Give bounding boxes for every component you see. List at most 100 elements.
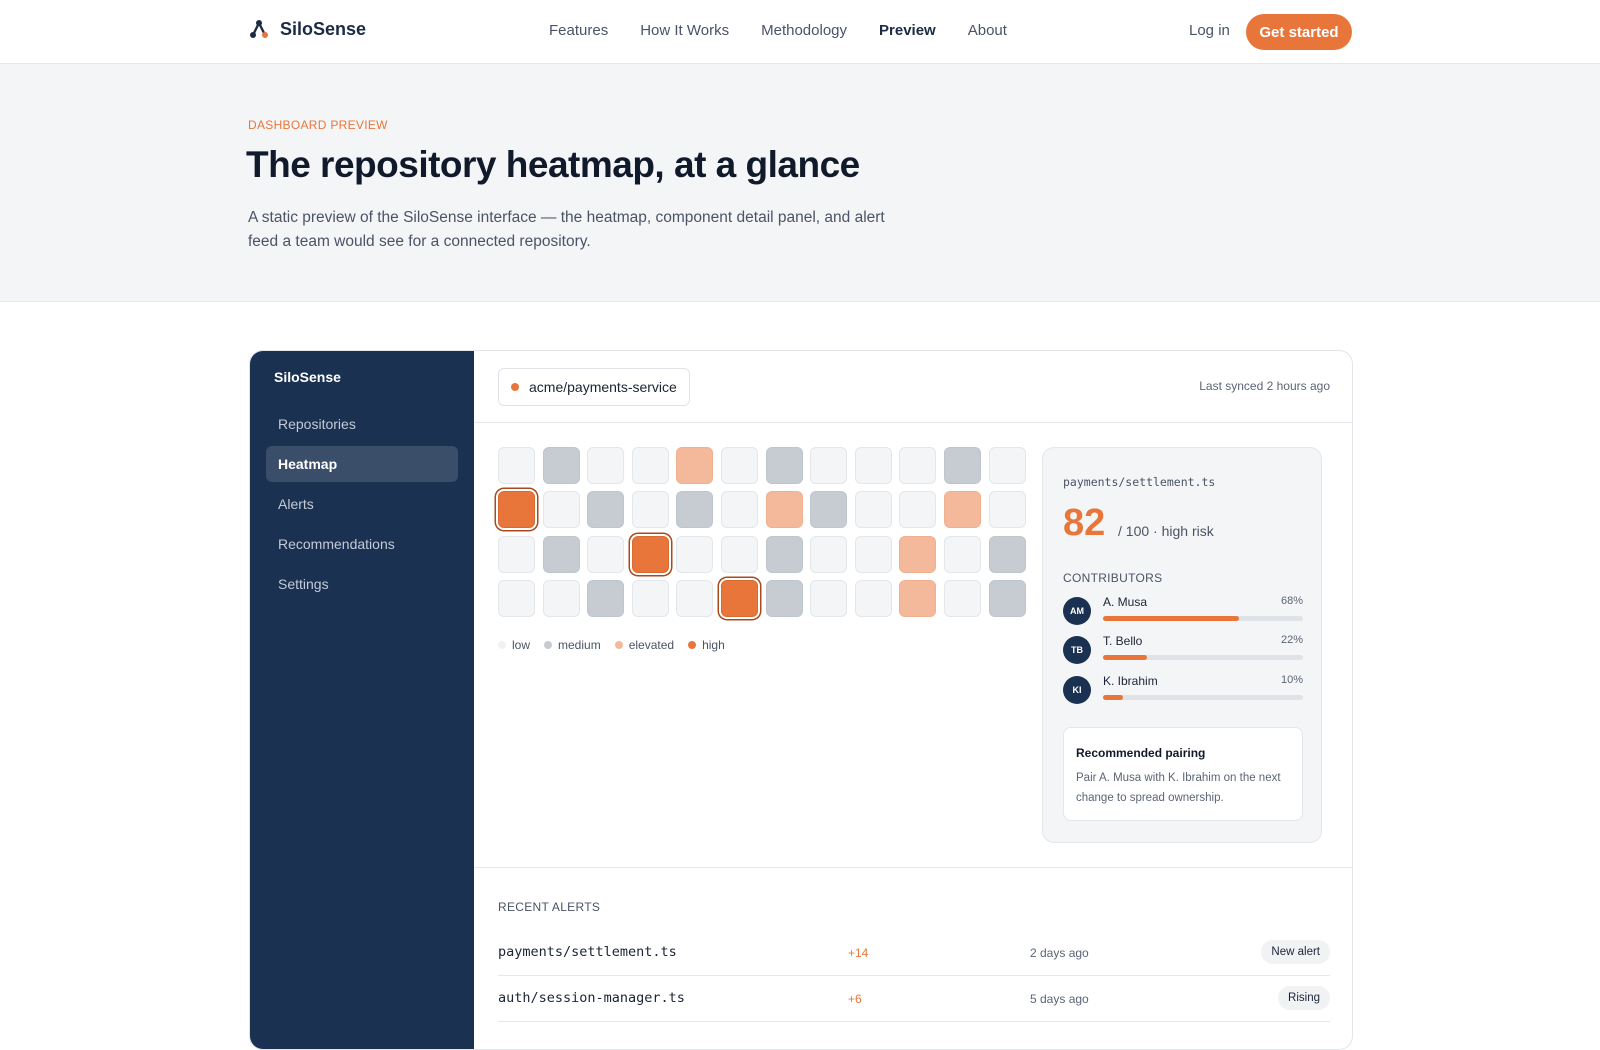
- heatmap-cell-elevated[interactable]: [765, 491, 803, 529]
- heatmap-cell-low[interactable]: [854, 447, 892, 484]
- heatmap-cell-elevated[interactable]: [899, 535, 937, 573]
- get-started-button[interactable]: Get started: [1246, 14, 1352, 50]
- legend-swatch-high: [688, 641, 697, 649]
- alerts-heading: RECENT ALERTS: [498, 900, 601, 914]
- heatmap-cell-low[interactable]: [854, 491, 892, 529]
- sidebar-item-settings[interactable]: Settings: [266, 566, 458, 602]
- heatmap-cell-low[interactable]: [498, 447, 535, 484]
- contributor-share-fill: [1103, 616, 1239, 621]
- top-nav: SiloSense Features How It Works Methodol…: [0, 0, 1600, 64]
- heatmap-cell-low[interactable]: [676, 535, 714, 573]
- contributor-percent: 22%: [1280, 634, 1303, 646]
- repo-selector[interactable]: acme/payments-service: [498, 368, 690, 406]
- legend-swatch-medium: [544, 641, 553, 649]
- heatmap-cell-low[interactable]: [988, 491, 1026, 529]
- heatmap-cell-low[interactable]: [542, 491, 580, 529]
- heatmap-cell-medium[interactable]: [587, 491, 625, 529]
- alert-row[interactable]: auth/session-manager.ts +6 5 days ago Ri…: [498, 976, 1330, 1022]
- risk-score-meta: / 100 · high risk: [1118, 523, 1214, 539]
- alert-delta: +6: [848, 992, 862, 1006]
- heatmap-cell-low[interactable]: [498, 579, 535, 617]
- alert-file: payments/settlement.ts: [498, 944, 677, 960]
- heatmap-cell-low[interactable]: [676, 579, 714, 617]
- heatmap-cell-elevated[interactable]: [676, 447, 714, 484]
- heatmap-cell-low[interactable]: [810, 579, 848, 617]
- avatar: AM: [1063, 597, 1091, 625]
- heatmap-cell-low[interactable]: [899, 447, 937, 484]
- alert-time: 5 days ago: [1030, 992, 1089, 1006]
- nav-link-methodology[interactable]: Methodology: [761, 22, 847, 39]
- legend-item-medium: medium: [544, 638, 601, 652]
- nav-link-about[interactable]: About: [968, 22, 1007, 39]
- page-title: The repository heatmap, at a glance: [246, 144, 860, 185]
- heatmap-cell-low[interactable]: [631, 579, 669, 617]
- avatar: KI: [1063, 676, 1091, 704]
- contributor-name: T. Bello: [1103, 634, 1143, 648]
- last-synced: Last synced 2 hours ago: [1199, 379, 1330, 393]
- heatmap-cell-medium[interactable]: [810, 491, 848, 529]
- contributor-name: A. Musa: [1103, 595, 1148, 609]
- heatmap-cell-high[interactable]: [498, 491, 535, 529]
- heatmap-cell-low[interactable]: [899, 491, 937, 529]
- sidebar-item-repositories[interactable]: Repositories: [266, 406, 458, 442]
- heatmap-cell-low[interactable]: [988, 447, 1026, 484]
- heatmap-cell-low[interactable]: [631, 491, 669, 529]
- dashboard-sidebar: SiloSense Repositories Heatmap Alerts Re…: [250, 351, 474, 1049]
- heatmap-cell-medium[interactable]: [944, 447, 981, 484]
- heatmap-cell-low[interactable]: [721, 491, 758, 529]
- heatmap-cell-low[interactable]: [944, 579, 981, 617]
- heatmap-cell-elevated[interactable]: [899, 579, 937, 617]
- contributor-percent: 10%: [1280, 674, 1303, 686]
- heatmap-cell-low[interactable]: [721, 447, 758, 484]
- hero-section: DASHBOARD PREVIEW The repository heatmap…: [0, 64, 1600, 302]
- sidebar-item-alerts[interactable]: Alerts: [266, 486, 458, 522]
- sidebar-item-recommendations[interactable]: Recommendations: [266, 526, 458, 562]
- sidebar-item-heatmap[interactable]: Heatmap: [266, 446, 458, 482]
- heatmap-cell-medium[interactable]: [988, 535, 1026, 573]
- heatmap-grid: [498, 447, 1028, 623]
- heatmap-cell-low[interactable]: [631, 447, 669, 484]
- legend-label-elevated: elevated: [628, 638, 675, 652]
- alert-file: auth/session-manager.ts: [498, 990, 685, 1006]
- heatmap-cell-low[interactable]: [944, 535, 981, 573]
- contributor-row: TB T. Bello 22%: [1063, 634, 1303, 664]
- heatmap-cell-low[interactable]: [810, 447, 848, 484]
- nav-link-preview[interactable]: Preview: [879, 22, 936, 39]
- alert-row[interactable]: payments/settlement.ts +14 2 days ago Ne…: [498, 930, 1330, 976]
- login-link[interactable]: Log in: [1189, 22, 1230, 39]
- heatmap-cell-medium[interactable]: [542, 447, 580, 484]
- hero-subtitle: A static preview of the SiloSense interf…: [248, 209, 885, 250]
- heatmap-cell-low[interactable]: [854, 579, 892, 617]
- heatmap-cell-high[interactable]: [631, 535, 669, 573]
- dashboard-main: acme/payments-service Last synced 2 hour…: [474, 351, 1352, 1049]
- heatmap-cell-medium[interactable]: [542, 535, 580, 573]
- dashboard-preview: SiloSense Repositories Heatmap Alerts Re…: [249, 350, 1353, 1050]
- detail-file-path: payments/settlement.ts: [1063, 475, 1216, 489]
- heatmap-cell-low[interactable]: [498, 535, 535, 573]
- sidebar-brand: SiloSense: [274, 369, 341, 385]
- heatmap-cell-low[interactable]: [854, 535, 892, 573]
- heatmap-cell-low[interactable]: [542, 579, 580, 617]
- contributors-heading: CONTRIBUTORS: [1063, 571, 1163, 585]
- heatmap-cell-medium[interactable]: [765, 535, 803, 573]
- heatmap-cell-medium[interactable]: [988, 579, 1026, 617]
- nav-link-features[interactable]: Features: [549, 22, 608, 39]
- heatmap-cell-elevated[interactable]: [944, 491, 981, 529]
- heatmap-cell-medium[interactable]: [676, 491, 714, 529]
- heatmap-cell-low[interactable]: [810, 535, 848, 573]
- heatmap-cell-low[interactable]: [587, 535, 625, 573]
- heatmap-cell-low[interactable]: [721, 535, 758, 573]
- legend-label-medium: medium: [558, 638, 601, 652]
- heatmap-cell-medium[interactable]: [765, 579, 803, 617]
- contributor-row: KI K. Ibrahim 10%: [1063, 674, 1303, 704]
- heatmap-cell-medium[interactable]: [765, 447, 803, 484]
- legend-label-low: low: [512, 638, 531, 652]
- alert-time: 2 days ago: [1030, 946, 1089, 960]
- brand-name: SiloSense: [280, 18, 367, 39]
- risk-score: 82: [1063, 502, 1106, 544]
- brand-logo[interactable]: SiloSense: [248, 18, 366, 40]
- heatmap-cell-low[interactable]: [587, 447, 625, 484]
- heatmap-cell-high[interactable]: [721, 579, 758, 617]
- nav-link-how-it-works[interactable]: How It Works: [640, 22, 729, 39]
- heatmap-cell-medium[interactable]: [587, 579, 625, 617]
